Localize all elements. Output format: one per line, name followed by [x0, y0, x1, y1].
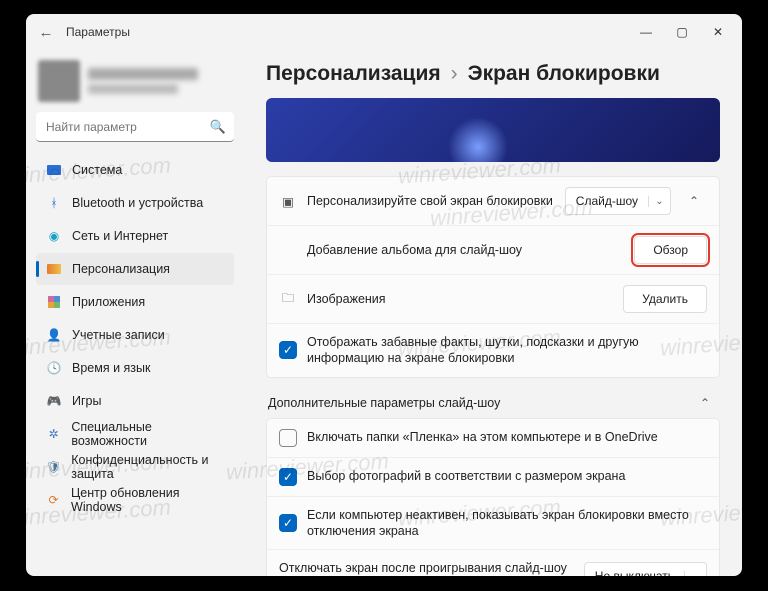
maximize-button[interactable]: ▢ [664, 18, 700, 46]
sidebar: 🔍 Система ᚼ Bluetooth и устройства ◉ Сеть … [26, 50, 244, 576]
sidebar-item-accounts[interactable]: 👤 Учетные записи [36, 319, 234, 351]
titlebar: ← Параметры — ▢ ✕ [26, 14, 742, 50]
picture-icon: ▣ [279, 192, 297, 210]
monitor-icon [47, 165, 61, 175]
turn-off-dropdown[interactable]: Не выключать ⌄ [584, 562, 707, 576]
personalize-card: ▣ Персонализируйте свой экран блокировки… [266, 176, 720, 378]
nav-label: Конфиденциальность и защита [71, 453, 224, 481]
row-label: Изображения [307, 291, 613, 307]
sidebar-item-gaming[interactable]: 🎮 Игры [36, 385, 234, 417]
sidebar-item-bluetooth[interactable]: ᚼ Bluetooth и устройства [36, 187, 234, 219]
window-title: Параметры [66, 25, 130, 39]
advanced-header[interactable]: Дополнительные параметры слайд-шоу ⌃ [266, 384, 720, 418]
person-icon: 👤 [46, 327, 62, 343]
search-box[interactable]: 🔍 [36, 112, 234, 142]
bluetooth-icon: ᚼ [46, 195, 62, 211]
nav-list: Система ᚼ Bluetooth и устройства ◉ Сеть и … [36, 154, 234, 516]
minimize-button[interactable]: — [628, 18, 664, 46]
window-body: 🔍 Система ᚼ Bluetooth и устройства ◉ Сеть … [26, 50, 742, 576]
brush-icon [47, 264, 61, 274]
breadcrumb-current: Экран блокировки [468, 62, 660, 86]
sidebar-item-system[interactable]: Система [36, 154, 234, 186]
fun-facts-row[interactable]: ✓ Отображать забавные факты, шутки, подс… [267, 323, 719, 377]
back-button[interactable]: ← [32, 18, 60, 46]
breadcrumb: Персонализация › Экран блокировки [266, 62, 720, 86]
row-label: Отключать экран после проигрывания слайд… [279, 560, 574, 576]
user-panel[interactable] [36, 56, 234, 112]
dropdown-value: Слайд-шоу [566, 194, 648, 208]
section-title: Дополнительные параметры слайд-шоу [268, 396, 500, 410]
advanced-card: Включать папки «Пленка» на этом компьюте… [266, 418, 720, 577]
folder-icon: 🗀 [279, 290, 297, 308]
chevron-down-icon: ⌄ [684, 571, 706, 576]
checkbox-inactive[interactable]: ✓ [279, 514, 297, 532]
nav-label: Приложения [72, 295, 145, 309]
sidebar-item-apps[interactable]: Приложения [36, 286, 234, 318]
row-label: Добавление альбома для слайд-шоу [307, 242, 624, 258]
checkbox-camera-roll[interactable] [279, 429, 297, 447]
sidebar-item-time[interactable]: 🕓 Время и язык [36, 352, 234, 384]
row-label: Отображать забавные факты, шутки, подска… [307, 334, 707, 367]
breadcrumb-parent[interactable]: Персонализация [266, 62, 441, 86]
inactive-row[interactable]: ✓ Если компьютер неактивен, показывать э… [267, 496, 719, 550]
nav-label: Персонализация [72, 262, 170, 276]
search-icon: 🔍 [210, 119, 226, 135]
sidebar-item-personalization[interactable]: Персонализация [36, 253, 234, 285]
main-content: Персонализация › Экран блокировки ▣ Перс… [244, 50, 742, 576]
delete-button[interactable]: Удалить [623, 285, 707, 313]
chevron-down-icon: ⌄ [648, 196, 670, 207]
shield-icon: 🛡 [46, 459, 61, 475]
window-controls: — ▢ ✕ [628, 18, 736, 46]
search-input[interactable] [36, 112, 234, 142]
nav-label: Система [72, 163, 122, 177]
nav-label: Игры [72, 394, 101, 408]
row-label: Включать папки «Пленка» на этом компьюте… [307, 429, 707, 445]
nav-label: Bluetooth и устройства [72, 196, 203, 210]
nav-label: Время и язык [72, 361, 151, 375]
settings-window: ← Параметры — ▢ ✕ 🔍 Система ᚼBluetooth [26, 14, 742, 576]
personalize-header-row[interactable]: ▣ Персонализируйте свой экран блокировки… [267, 177, 719, 225]
chevron-up-icon[interactable]: ⌃ [692, 396, 718, 410]
sidebar-item-accessibility[interactable]: ✲ Специальные возможности [36, 418, 234, 450]
wifi-icon: ◉ [46, 228, 62, 244]
fit-screen-row[interactable]: ✓ Выбор фотографий в соответствии с разм… [267, 457, 719, 496]
checkbox-fit-screen[interactable]: ✓ [279, 468, 297, 486]
row-label: Выбор фотографий в соответствии с размер… [307, 468, 707, 484]
row-label: Если компьютер неактивен, показывать экр… [307, 507, 707, 540]
user-email [88, 84, 178, 94]
pictures-row: 🗀 Изображения Удалить [267, 274, 719, 323]
accessibility-icon: ✲ [46, 426, 61, 442]
turn-off-row: Отключать экран после проигрывания слайд… [267, 549, 719, 576]
add-album-row: Добавление альбома для слайд-шоу Обзор [267, 225, 719, 274]
gamepad-icon: 🎮 [46, 393, 62, 409]
avatar [38, 60, 80, 102]
nav-label: Учетные записи [72, 328, 165, 342]
apps-icon [48, 296, 60, 308]
nav-label: Сеть и Интернет [72, 229, 168, 243]
dropdown-value: Не выключать [585, 569, 684, 576]
sidebar-item-privacy[interactable]: 🛡 Конфиденциальность и защита [36, 451, 234, 483]
update-icon: ⟳ [46, 492, 61, 508]
background-mode-dropdown[interactable]: Слайд-шоу ⌄ [565, 187, 671, 215]
close-button[interactable]: ✕ [700, 18, 736, 46]
browse-button[interactable]: Обзор [634, 236, 707, 264]
nav-label: Специальные возможности [71, 420, 224, 448]
clock-icon: 🕓 [46, 360, 62, 376]
lockscreen-preview [266, 98, 720, 162]
chevron-up-icon[interactable]: ⌃ [681, 194, 707, 208]
checkbox-fun-facts[interactable]: ✓ [279, 341, 297, 359]
user-name [88, 68, 198, 80]
camera-roll-row[interactable]: Включать папки «Пленка» на этом компьюте… [267, 419, 719, 457]
sidebar-item-update[interactable]: ⟳ Центр обновления Windows [36, 484, 234, 516]
sidebar-item-network[interactable]: ◉ Сеть и Интернет [36, 220, 234, 252]
chevron-right-icon: › [451, 62, 458, 86]
nav-label: Центр обновления Windows [71, 486, 224, 514]
row-label: Персонализируйте свой экран блокировки [307, 193, 555, 209]
